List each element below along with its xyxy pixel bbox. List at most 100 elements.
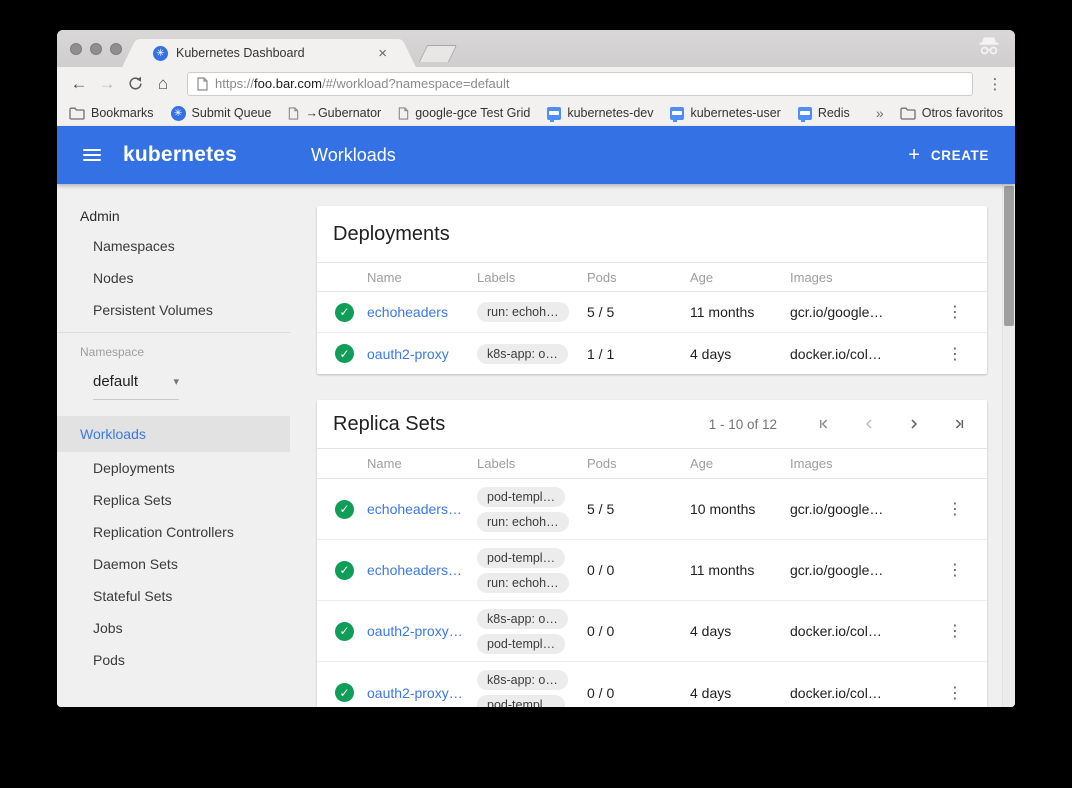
bookmarks-bar: Bookmarks ✳ Submit Queue →Gubernator goo… bbox=[57, 100, 1015, 126]
deployments-card: Deployments Name Labels Pods Age Images … bbox=[317, 206, 987, 374]
sidebar-item-deployments[interactable]: Deployments bbox=[57, 452, 290, 484]
group-icon bbox=[547, 107, 561, 120]
plus-icon: + bbox=[908, 145, 920, 165]
sidebar-item-replica-sets[interactable]: Replica Sets bbox=[57, 484, 290, 516]
sidebar-item-workloads[interactable]: Workloads bbox=[57, 416, 290, 452]
namespace-select[interactable]: default ▾ bbox=[93, 373, 179, 400]
bookmark-item[interactable]: kubernetes-dev bbox=[547, 106, 653, 120]
hamburger-menu-icon[interactable] bbox=[83, 149, 101, 161]
bookmark-item[interactable]: google-gce Test Grid bbox=[398, 106, 530, 120]
folder-icon bbox=[69, 107, 85, 120]
new-tab-button[interactable] bbox=[419, 45, 457, 62]
bookmark-item[interactable]: Redis bbox=[798, 106, 850, 120]
row-menu-button[interactable]: ⋮ bbox=[935, 560, 975, 580]
tab-close-icon[interactable]: × bbox=[374, 45, 391, 62]
content-scrollbar[interactable] bbox=[1002, 184, 1015, 707]
other-bookmarks-folder[interactable]: Otros favoritos bbox=[900, 106, 1003, 120]
namespace-label: Namespace bbox=[57, 345, 290, 359]
home-button[interactable]: ⌂ bbox=[151, 74, 175, 94]
reload-button[interactable] bbox=[123, 75, 147, 92]
label-chip: pod-templ… bbox=[477, 548, 565, 568]
sidebar-item-admin[interactable]: Admin bbox=[57, 202, 290, 230]
replica-sets-card: Replica Sets 1 - 10 of 12 bbox=[317, 400, 987, 707]
label-chip: k8s-app: o… bbox=[477, 609, 568, 629]
row-menu-button[interactable]: ⋮ bbox=[935, 302, 975, 322]
page-security-icon bbox=[197, 77, 208, 91]
bookmark-item[interactable]: →Gubernator bbox=[288, 106, 381, 120]
resource-link[interactable]: oauth2-proxy… bbox=[367, 685, 477, 701]
first-page-button[interactable] bbox=[812, 412, 836, 436]
forward-button[interactable]: → bbox=[95, 74, 119, 94]
group-icon bbox=[670, 107, 684, 120]
bookmark-item[interactable]: Bookmarks bbox=[69, 106, 154, 120]
sidebar-item-replication-controllers[interactable]: Replication Controllers bbox=[57, 516, 290, 548]
pagination-range: 1 - 10 of 12 bbox=[709, 417, 777, 432]
resource-link[interactable]: echoheaders… bbox=[367, 562, 477, 578]
previous-page-button[interactable] bbox=[857, 412, 881, 436]
sidebar-item-pods[interactable]: Pods bbox=[57, 644, 290, 676]
sidebar-divider bbox=[57, 332, 290, 333]
table-row: ✓ oauth2-proxy… k8s-app: o… pod-templ… 0… bbox=[317, 601, 987, 662]
row-menu-button[interactable]: ⋮ bbox=[935, 499, 975, 519]
bookmarks-overflow-icon[interactable]: » bbox=[876, 105, 884, 121]
table-row: ✓ oauth2-proxy… k8s-app: o… pod-templ… 0… bbox=[317, 662, 987, 707]
page-icon bbox=[288, 107, 299, 120]
url-bar[interactable]: https://foo.bar.com/#/workload?namespace… bbox=[187, 72, 973, 96]
row-menu-button[interactable]: ⋮ bbox=[935, 621, 975, 641]
page-title: Workloads bbox=[311, 145, 396, 166]
sidebar-item-stateful-sets[interactable]: Stateful Sets bbox=[57, 580, 290, 612]
sidebar-item-nodes[interactable]: Nodes bbox=[57, 262, 290, 294]
url-text: https://foo.bar.com/#/workload?namespace… bbox=[215, 76, 510, 91]
url-path: /#/workload?namespace=default bbox=[322, 76, 510, 91]
next-page-button[interactable] bbox=[902, 412, 926, 436]
app-logo[interactable]: kubernetes bbox=[123, 143, 237, 167]
sidebar-item-jobs[interactable]: Jobs bbox=[57, 612, 290, 644]
scrollbar-thumb[interactable] bbox=[1004, 186, 1014, 326]
browser-navbar: ← → ⌂ https://foo.bar.com/#/workload?nam… bbox=[57, 67, 1015, 100]
label-chip: k8s-app: o… bbox=[477, 344, 568, 364]
chevron-down-icon: ▾ bbox=[173, 375, 179, 388]
window-zoom-button[interactable] bbox=[110, 43, 122, 55]
last-page-button[interactable] bbox=[947, 412, 971, 436]
sidebar-item-daemon-sets[interactable]: Daemon Sets bbox=[57, 548, 290, 580]
resource-link[interactable]: oauth2-proxy bbox=[367, 346, 477, 362]
create-button[interactable]: + CREATE bbox=[908, 145, 989, 165]
status-ok-icon: ✓ bbox=[335, 303, 354, 322]
resource-link[interactable]: echoheaders… bbox=[367, 501, 477, 517]
window-minimize-button[interactable] bbox=[90, 43, 102, 55]
window-close-button[interactable] bbox=[70, 43, 82, 55]
back-button[interactable]: ← bbox=[67, 74, 91, 94]
table-header: Name Labels Pods Age Images bbox=[317, 262, 987, 292]
resource-link[interactable]: oauth2-proxy… bbox=[367, 623, 477, 639]
browser-tab[interactable]: ✳ Kubernetes Dashboard × bbox=[141, 39, 397, 67]
status-ok-icon: ✓ bbox=[335, 500, 354, 519]
label-chip: run: echoh… bbox=[477, 512, 569, 532]
label-chip: run: echoh… bbox=[477, 573, 569, 593]
row-menu-button[interactable]: ⋮ bbox=[935, 683, 975, 703]
desktop-background: ✳ Kubernetes Dashboard × ← → bbox=[0, 0, 1072, 788]
group-icon bbox=[798, 107, 812, 120]
table-row: ✓ echoheaders… pod-templ… run: echoh… 5 … bbox=[317, 479, 987, 540]
table-row: ✓ echoheaders… pod-templ… run: echoh… 0 … bbox=[317, 540, 987, 601]
table-header: Name Labels Pods Age Images bbox=[317, 448, 987, 479]
browser-window: ✳ Kubernetes Dashboard × ← → bbox=[57, 30, 1015, 707]
browser-menu-icon[interactable]: ⋮ bbox=[985, 75, 1005, 93]
browser-titlebar: ✳ Kubernetes Dashboard × bbox=[57, 30, 1015, 67]
table-row: ✓ oauth2-proxy k8s-app: o… 1 / 1 4 days … bbox=[317, 333, 987, 374]
label-chip: pod-templ… bbox=[477, 634, 565, 654]
folder-icon bbox=[900, 107, 916, 120]
sidebar-item-namespaces[interactable]: Namespaces bbox=[57, 230, 290, 262]
kubernetes-icon: ✳ bbox=[171, 106, 186, 121]
bookmark-item[interactable]: ✳ Submit Queue bbox=[171, 106, 272, 121]
card-title: Replica Sets bbox=[333, 413, 445, 436]
bookmark-item[interactable]: kubernetes-user bbox=[670, 106, 780, 120]
label-chip: pod-templ… bbox=[477, 487, 565, 507]
sidebar: Admin Namespaces Nodes Persistent Volume… bbox=[57, 184, 290, 707]
row-menu-button[interactable]: ⋮ bbox=[935, 344, 975, 364]
incognito-icon bbox=[977, 35, 1001, 57]
resource-link[interactable]: echoheaders bbox=[367, 304, 477, 320]
app-body: Admin Namespaces Nodes Persistent Volume… bbox=[57, 184, 1015, 707]
sidebar-item-persistent-volumes[interactable]: Persistent Volumes bbox=[57, 294, 290, 326]
label-chip: run: echoh… bbox=[477, 302, 569, 322]
kubernetes-favicon-icon: ✳ bbox=[153, 46, 168, 61]
